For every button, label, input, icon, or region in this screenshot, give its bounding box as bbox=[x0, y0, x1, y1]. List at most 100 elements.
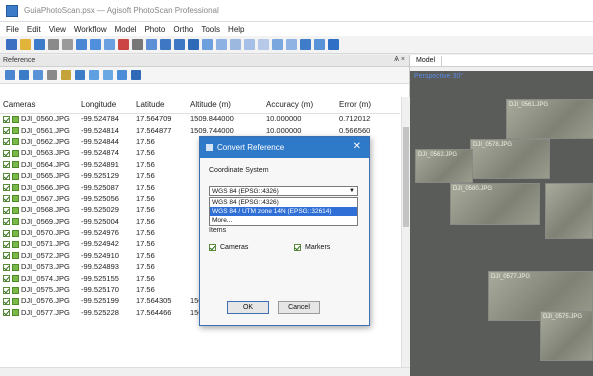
camera-cell[interactable]: DJI_0567.JPG bbox=[0, 193, 78, 204]
camera-cell[interactable]: DJI_0569.JPG bbox=[0, 216, 78, 227]
export-icon[interactable] bbox=[19, 70, 29, 80]
menu-help[interactable]: Help bbox=[224, 25, 248, 34]
col-longitude[interactable]: Longitude bbox=[78, 97, 133, 114]
chevron-down-icon[interactable]: ▼ bbox=[349, 187, 355, 196]
zoom-icon[interactable] bbox=[131, 70, 141, 80]
checkbox-icon[interactable] bbox=[3, 229, 10, 237]
ok-button[interactable]: OK bbox=[227, 301, 269, 314]
close-icon[interactable]: ✕ bbox=[353, 141, 361, 152]
view-estimated-icon[interactable] bbox=[47, 70, 57, 80]
checkbox-icon[interactable] bbox=[3, 275, 10, 283]
checkbox-icon[interactable] bbox=[3, 184, 10, 192]
checkbox-icon[interactable] bbox=[3, 309, 10, 317]
pane-controls[interactable]: Ѧ × bbox=[394, 56, 405, 63]
dropdown-option-more[interactable]: More... bbox=[210, 216, 357, 225]
checkbox-icon[interactable] bbox=[3, 115, 10, 123]
camera-cell[interactable]: DJI_0561.JPG bbox=[0, 124, 78, 135]
model-viewport[interactable]: Perspective 30° DJI_0561.JPG DJI_0578.JP… bbox=[410, 71, 593, 376]
camera-cell[interactable]: DJI_0577.JPG bbox=[0, 307, 78, 318]
cameras-checkbox[interactable]: Cameras bbox=[209, 244, 248, 251]
view-source-icon[interactable] bbox=[33, 70, 43, 80]
col-cameras[interactable]: Cameras bbox=[0, 97, 78, 114]
checkbox-icon[interactable] bbox=[3, 206, 10, 214]
camera-cell[interactable]: DJI_0572.JPG bbox=[0, 250, 78, 261]
col-altitude[interactable]: Altitude (m) bbox=[187, 97, 263, 114]
menu-workflow[interactable]: Workflow bbox=[70, 25, 111, 34]
dropdown-option-selected[interactable]: WGS 84 / UTM zone 14N (EPSG::32614) bbox=[210, 207, 357, 216]
col-accuracy[interactable]: Accuracy (m) bbox=[263, 97, 336, 114]
save-icon[interactable] bbox=[34, 39, 45, 50]
redo-icon[interactable] bbox=[62, 39, 73, 50]
menu-tools[interactable]: Tools bbox=[197, 25, 224, 34]
camera-cell[interactable]: DJI_0560.JPG bbox=[0, 113, 78, 124]
menu-model[interactable]: Model bbox=[111, 25, 141, 34]
camera-cell[interactable]: DJI_0571.JPG bbox=[0, 238, 78, 249]
checkbox-icon[interactable] bbox=[209, 244, 216, 251]
checkbox-icon[interactable] bbox=[3, 297, 10, 305]
camera-cell[interactable]: DJI_0576.JPG bbox=[0, 295, 78, 306]
rotate-icon[interactable] bbox=[118, 39, 129, 50]
camera-cell[interactable]: DJI_0568.JPG bbox=[0, 204, 78, 215]
checkbox-icon[interactable] bbox=[3, 127, 10, 135]
col-latitude[interactable]: Latitude bbox=[133, 97, 187, 114]
update-icon[interactable] bbox=[75, 70, 85, 80]
photo-thumbnail[interactable]: DJI_0578.JPG bbox=[470, 139, 550, 179]
settings-icon[interactable] bbox=[103, 70, 113, 80]
photo-thumbnail[interactable]: DJI_0575.JPG bbox=[540, 311, 593, 361]
checkbox-icon[interactable] bbox=[3, 252, 10, 260]
points-icon[interactable] bbox=[216, 39, 227, 50]
cancel-button[interactable]: Cancel bbox=[278, 301, 320, 314]
zoom-out-icon[interactable] bbox=[174, 39, 185, 50]
camera-cell[interactable]: DJI_0562.JPG bbox=[0, 136, 78, 147]
crop-icon[interactable] bbox=[146, 39, 157, 50]
rect-select-icon[interactable] bbox=[90, 39, 101, 50]
open-icon[interactable] bbox=[20, 39, 31, 50]
import-icon[interactable] bbox=[5, 70, 15, 80]
col-error[interactable]: Error (m) bbox=[336, 97, 400, 114]
menu-ortho[interactable]: Ortho bbox=[169, 25, 197, 34]
undo-icon[interactable] bbox=[48, 39, 59, 50]
checkbox-icon[interactable] bbox=[3, 161, 10, 169]
checkbox-icon[interactable] bbox=[3, 241, 10, 248]
photo-thumbnail[interactable]: DJI_0580.JPG bbox=[450, 183, 540, 225]
menu-file[interactable]: File bbox=[2, 25, 23, 34]
horizontal-scrollbar[interactable] bbox=[0, 367, 410, 376]
move-icon[interactable] bbox=[104, 39, 115, 50]
checkbox-icon[interactable] bbox=[3, 218, 10, 226]
checkbox-icon[interactable] bbox=[3, 138, 10, 146]
menu-edit[interactable]: Edit bbox=[23, 25, 45, 34]
camera-cell[interactable]: DJI_0563.JPG bbox=[0, 147, 78, 158]
checkbox-icon[interactable] bbox=[3, 172, 10, 180]
dense-cloud-icon[interactable] bbox=[230, 39, 241, 50]
camera-cell[interactable]: DJI_0570.JPG bbox=[0, 227, 78, 238]
camera-cell[interactable]: DJI_0574.JPG bbox=[0, 272, 78, 283]
coordinate-system-select[interactable]: WGS 84 (EPSG::4326) ▼ bbox=[209, 186, 358, 196]
mesh-icon[interactable] bbox=[244, 39, 255, 50]
menu-photo[interactable]: Photo bbox=[140, 25, 169, 34]
view-mode-icon[interactable] bbox=[300, 39, 311, 50]
photo-thumbnail[interactable] bbox=[545, 183, 593, 239]
vertical-scrollbar[interactable] bbox=[401, 97, 410, 376]
navigate-icon[interactable] bbox=[328, 39, 339, 50]
checkbox-icon[interactable] bbox=[3, 286, 10, 294]
scroll-thumb[interactable] bbox=[403, 127, 409, 227]
menu-view[interactable]: View bbox=[45, 25, 70, 34]
zoom-in-icon[interactable] bbox=[160, 39, 171, 50]
photo-thumbnail[interactable]: DJI_0562.JPG bbox=[415, 149, 473, 183]
flag-icon[interactable] bbox=[314, 39, 325, 50]
select-icon[interactable] bbox=[76, 39, 87, 50]
markers-checkbox[interactable]: Markers bbox=[294, 244, 330, 251]
reset-view-icon[interactable] bbox=[188, 39, 199, 50]
edit-icon[interactable] bbox=[61, 70, 71, 80]
camera-cell[interactable]: DJI_0566.JPG bbox=[0, 181, 78, 192]
convert-icon[interactable] bbox=[89, 70, 99, 80]
camera-cell[interactable]: DJI_0565.JPG bbox=[0, 170, 78, 181]
texture-icon[interactable] bbox=[258, 39, 269, 50]
grid-icon[interactable] bbox=[202, 39, 213, 50]
new-icon[interactable] bbox=[6, 39, 17, 50]
camera-cell[interactable]: DJI_0564.JPG bbox=[0, 159, 78, 170]
view-errors-icon[interactable] bbox=[117, 70, 127, 80]
table-row[interactable]: DJI_0560.JPG -99.524784 17.564709 1509.8440… bbox=[0, 113, 400, 124]
checkbox-icon[interactable] bbox=[3, 149, 10, 157]
camera-cell[interactable]: DJI_0575.JPG bbox=[0, 284, 78, 295]
